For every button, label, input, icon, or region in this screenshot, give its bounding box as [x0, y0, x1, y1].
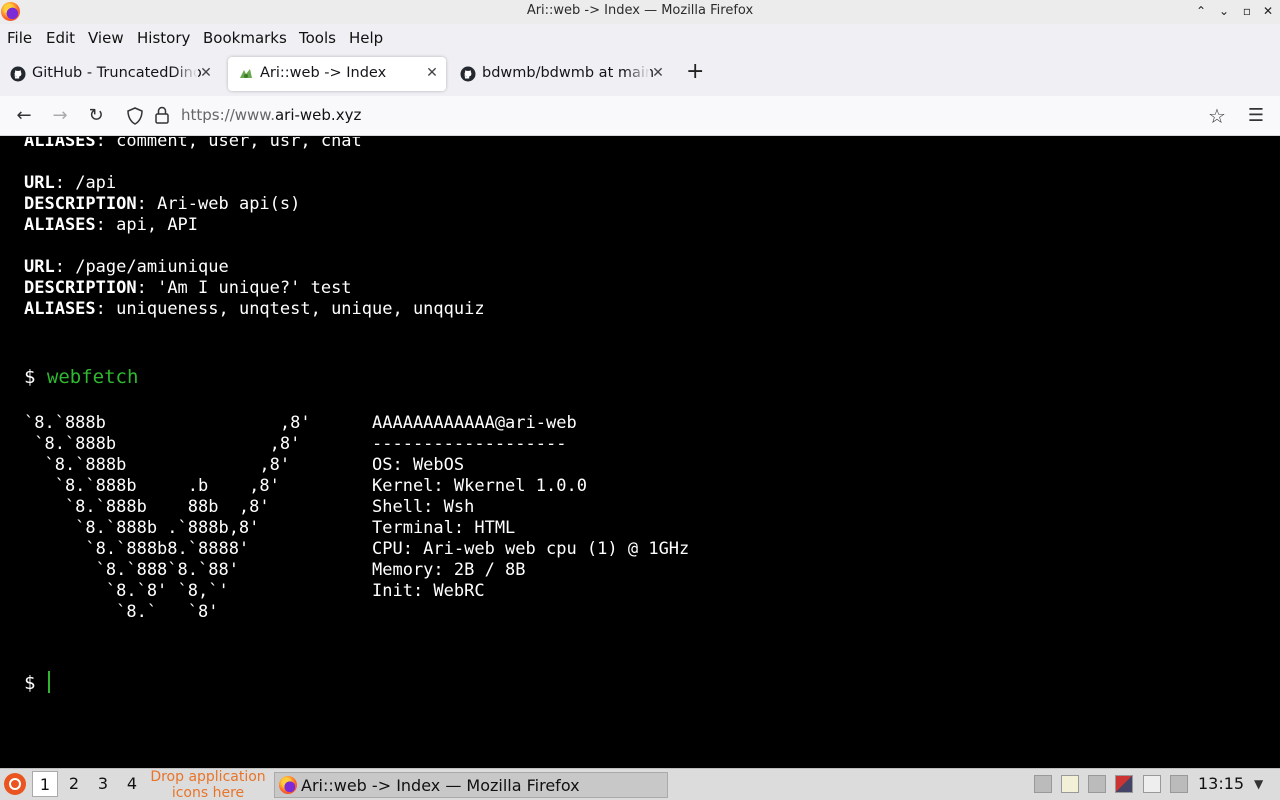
terminal-line: ALIASES: api, API	[24, 215, 199, 235]
system-taskbar: 1 2 3 4 Drop application icons here Ari:…	[0, 768, 1280, 800]
clipboard-tray-icon[interactable]	[1061, 775, 1079, 793]
menu-bar: File Edit View History Bookmarks Tools H…	[0, 24, 1280, 52]
network-tray-icon[interactable]	[1034, 775, 1052, 793]
volume-tray-icon[interactable]	[1088, 775, 1106, 793]
menu-bookmarks[interactable]: Bookmarks	[203, 29, 287, 47]
terminal-line: DESCRIPTION: 'Am I unique?' test	[24, 278, 352, 298]
info-line: Kernel: Wkernel 1.0.0	[372, 476, 587, 496]
workspace-3[interactable]: 3	[90, 771, 116, 797]
navigation-toolbar: ← → ↻ https://www.ari-web.xyz ☆ ☰	[0, 96, 1280, 136]
info-line: Memory: 2B / 8B	[372, 560, 526, 580]
logo-line: `8.`888b ,8'	[24, 455, 291, 475]
new-tab-button[interactable]: +	[686, 60, 704, 84]
window-restore-icon[interactable]: ⌄	[1215, 2, 1233, 20]
terminal-line: ALIASES: comment, user, usr, chat	[24, 137, 362, 151]
window-maximize-icon[interactable]: ▫	[1238, 2, 1256, 20]
hamburger-menu-icon[interactable]: ☰	[1244, 104, 1268, 128]
info-line: Terminal: HTML	[372, 518, 516, 538]
tab-bar: GitHub - TruncatedDino ✕ Ari::web -> Ind…	[0, 52, 1280, 96]
workspace-4[interactable]: 4	[119, 771, 145, 797]
tab-close-icon[interactable]: ✕	[424, 65, 440, 81]
taskbar-window-title: Ari::web -> Index — Mozilla Firefox	[301, 776, 580, 795]
workspace-1[interactable]: 1	[32, 771, 58, 797]
logo-line: `8.`888b ,8'	[24, 434, 301, 454]
terminal-page[interactable]: ALIASES: comment, user, usr, chat URL: /…	[0, 137, 1280, 768]
logo-line: `8.` `8'	[24, 602, 219, 622]
url-domain: ari-web.xyz	[274, 106, 362, 124]
input-prompt: $	[24, 672, 36, 694]
window-minimize-icon[interactable]: ⌃	[1192, 2, 1210, 20]
terminal-line: ALIASES: uniqueness, unqtest, unique, un…	[24, 299, 485, 319]
github-icon	[460, 66, 476, 82]
notes-tray-icon[interactable]	[1143, 775, 1161, 793]
tab-close-icon[interactable]: ✕	[198, 65, 214, 81]
info-line: Shell: Wsh	[372, 497, 475, 517]
command-line: $ webfetch	[24, 366, 138, 388]
logo-line: `8.`888`8.`88'	[24, 560, 239, 580]
shield-icon[interactable]	[127, 107, 143, 125]
menu-tools[interactable]: Tools	[299, 29, 336, 47]
logo-line: `8.`888b8.`8888'	[24, 539, 250, 559]
start-menu-icon[interactable]	[4, 773, 26, 795]
terminal-line: URL: /api	[24, 173, 117, 193]
terminal-line: DESCRIPTION: Ari-web api(s)	[24, 194, 301, 214]
reload-icon[interactable]: ↻	[84, 104, 108, 128]
tab-bdwmb[interactable]: bdwmb/bdwmb at main ✕	[450, 57, 672, 91]
clock[interactable]: 13:15	[1198, 774, 1244, 793]
logo-line: `8.`8' `8,`'	[24, 581, 229, 601]
command-text: webfetch	[46, 366, 139, 388]
tab-ari-web-index[interactable]: Ari::web -> Index ✕	[228, 57, 446, 91]
info-line: CPU: Ari-web web cpu (1) @ 1GHz	[372, 539, 690, 559]
menu-view[interactable]: View	[88, 29, 124, 47]
logo-line: `8.`888b .`888b,8'	[24, 518, 260, 538]
lock-icon[interactable]	[155, 106, 169, 124]
display-tray-icon[interactable]	[1115, 775, 1133, 793]
tab-close-icon[interactable]: ✕	[650, 65, 666, 81]
tab-github-truncateddino[interactable]: GitHub - TruncatedDino ✕	[0, 57, 220, 91]
bookmark-star-icon[interactable]: ☆	[1205, 104, 1229, 128]
prompt-symbol: $	[24, 366, 36, 388]
taskbar-window-firefox[interactable]: Ari::web -> Index — Mozilla Firefox	[274, 772, 668, 798]
info-line: Init: WebRC	[372, 581, 485, 601]
menu-file[interactable]: File	[7, 29, 32, 47]
workspace-2[interactable]: 2	[61, 771, 87, 797]
ari-web-icon	[240, 69, 252, 78]
logo-line: `8.`888b ,8'	[24, 413, 311, 433]
window-title: Ari::web -> Index — Mozilla Firefox	[526, 3, 754, 18]
info-separator: -------------------	[372, 434, 567, 454]
menu-help[interactable]: Help	[349, 29, 383, 47]
logo-line: `8.`888b .b ,8'	[24, 476, 280, 496]
url-prefix: https://www.	[181, 106, 275, 124]
menu-history[interactable]: History	[137, 29, 190, 47]
firefox-logo-icon	[279, 776, 297, 794]
back-arrow-icon[interactable]: ←	[12, 104, 36, 128]
window-close-icon[interactable]: ✕	[1259, 2, 1277, 20]
forward-arrow-icon[interactable]: →	[48, 104, 72, 128]
launcher-drop-zone[interactable]: Drop application icons here	[144, 769, 272, 800]
github-icon	[10, 66, 26, 82]
logo-line: `8.`888b 88b ,8'	[24, 497, 270, 517]
window-titlebar: Ari::web -> Index — Mozilla Firefox ⌃ ⌄ …	[0, 0, 1280, 24]
info-line: AAAAAAAAAAAA@ari-web	[372, 413, 577, 433]
tab-label: Ari::web -> Index	[260, 65, 387, 81]
terminal-line: URL: /page/amiunique	[24, 257, 229, 277]
menu-edit[interactable]: Edit	[46, 29, 75, 47]
url-field[interactable]: https://www.ari-web.xyz	[181, 106, 361, 124]
info-line: OS: WebOS	[372, 455, 465, 475]
text-cursor[interactable]	[48, 671, 50, 693]
tray-menu-icon[interactable]: ▼	[1254, 777, 1274, 793]
power-tray-icon[interactable]	[1170, 775, 1188, 793]
